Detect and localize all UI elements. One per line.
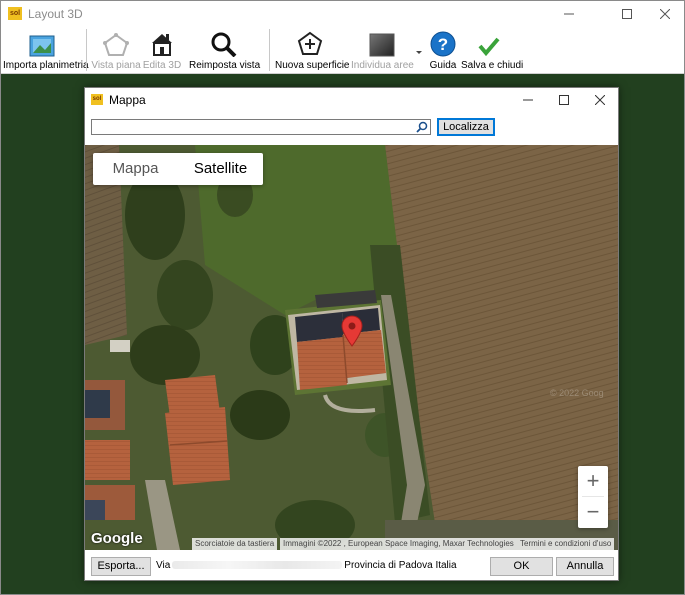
terms-link[interactable]: Termini e condizioni d'uso xyxy=(517,538,615,550)
tab-map[interactable]: Mappa xyxy=(93,153,178,185)
toolbar-separator xyxy=(269,29,270,71)
cancel-button[interactable]: Annulla xyxy=(556,557,614,576)
google-logo: Google xyxy=(91,530,143,547)
help-icon: ? xyxy=(430,31,456,57)
address-search-field[interactable] xyxy=(91,119,431,135)
zoom-controls: + − xyxy=(578,466,608,528)
import-plan-button[interactable]: Importa planimetria xyxy=(3,29,89,73)
chevron-down-icon xyxy=(416,51,422,54)
minimize-icon xyxy=(564,13,574,15)
image-icon xyxy=(29,35,55,57)
address-field: Via Provincia di Padova Italia xyxy=(154,558,489,574)
dialog-title-bar: sol Mappa xyxy=(85,88,618,112)
search-icon[interactable] xyxy=(416,121,428,133)
satellite-map[interactable]: © 2022 Goog Mappa Satellite + − Google S… xyxy=(85,145,618,550)
maximize-icon xyxy=(622,9,632,19)
dialog-minimize-button[interactable] xyxy=(510,88,546,112)
save-close-button[interactable]: Salva e chiudi xyxy=(461,29,524,73)
dialog-logo: sol xyxy=(91,94,103,105)
address-search-input[interactable] xyxy=(92,121,412,135)
satellite-imagery xyxy=(85,145,618,550)
detect-areas-button[interactable]: Individua aree xyxy=(351,29,414,73)
reset-view-label: Reimposta vista xyxy=(189,60,261,71)
maximize-icon xyxy=(559,95,569,105)
close-button[interactable] xyxy=(642,1,685,27)
title-bar: sol Layout 3D xyxy=(1,1,684,27)
keyboard-shortcuts-link[interactable]: Scorciatoie da tastiera xyxy=(192,538,278,550)
detect-areas-icon xyxy=(369,33,395,57)
close-icon xyxy=(659,8,671,20)
edit-3d-label: Edita 3D xyxy=(142,60,182,71)
imagery-attribution: Immagini ©2022 , European Space Imaging,… xyxy=(280,538,517,550)
minimize-button[interactable] xyxy=(546,1,592,27)
zoom-out-button[interactable]: − xyxy=(578,497,608,527)
location-pin-icon[interactable] xyxy=(341,315,363,347)
app-logo: sol xyxy=(8,7,22,20)
map-type-tabs: Mappa Satellite xyxy=(93,153,263,185)
guide-button[interactable]: ? Guida xyxy=(428,29,458,73)
edit-3d-button[interactable]: Edita 3D xyxy=(142,29,182,73)
detect-areas-dropdown[interactable] xyxy=(414,29,424,73)
pentagon-icon xyxy=(103,33,129,56)
toolbar: Importa planimetria Vista piana Edita 3D… xyxy=(1,27,684,74)
guide-label: Guida xyxy=(429,60,457,71)
add-surface-icon xyxy=(297,31,323,55)
svg-text:?: ? xyxy=(438,35,448,54)
ok-button[interactable]: OK xyxy=(490,557,553,576)
close-icon xyxy=(595,95,605,105)
toolbar-separator xyxy=(86,29,87,71)
imagery-watermark: © 2022 Goog xyxy=(550,388,604,398)
minimize-icon xyxy=(523,99,533,101)
new-surface-button[interactable]: Nuova superficie xyxy=(275,29,350,73)
address-suffix: Provincia di Padova Italia xyxy=(344,560,457,571)
locate-button[interactable]: Localizza xyxy=(437,118,495,136)
window-title: Layout 3D xyxy=(28,7,83,21)
reset-view-button[interactable]: Reimposta vista xyxy=(189,29,261,73)
save-close-label: Salva e chiudi xyxy=(461,60,524,71)
new-surface-label: Nuova superficie xyxy=(275,60,350,71)
address-prefix: Via xyxy=(156,560,171,571)
dialog-close-button[interactable] xyxy=(582,88,618,112)
import-plan-label: Importa planimetria xyxy=(3,60,89,71)
tab-satellite[interactable]: Satellite xyxy=(178,153,263,185)
map-dialog: sol Mappa Localizza © 2022 Goog Mappa Sa… xyxy=(84,87,619,581)
house-icon xyxy=(152,34,172,56)
zoom-in-button[interactable]: + xyxy=(578,466,608,496)
dialog-maximize-button[interactable] xyxy=(546,88,582,112)
redacted-address xyxy=(172,561,343,570)
detect-areas-label: Individua aree xyxy=(351,60,414,71)
export-button[interactable]: Esporta... xyxy=(91,557,151,576)
magnifier-icon xyxy=(211,32,237,57)
dialog-title: Mappa xyxy=(109,93,146,107)
plan-view-label: Vista piana xyxy=(91,60,141,71)
plan-view-button[interactable]: Vista piana xyxy=(91,29,141,73)
checkmark-icon xyxy=(478,37,500,57)
